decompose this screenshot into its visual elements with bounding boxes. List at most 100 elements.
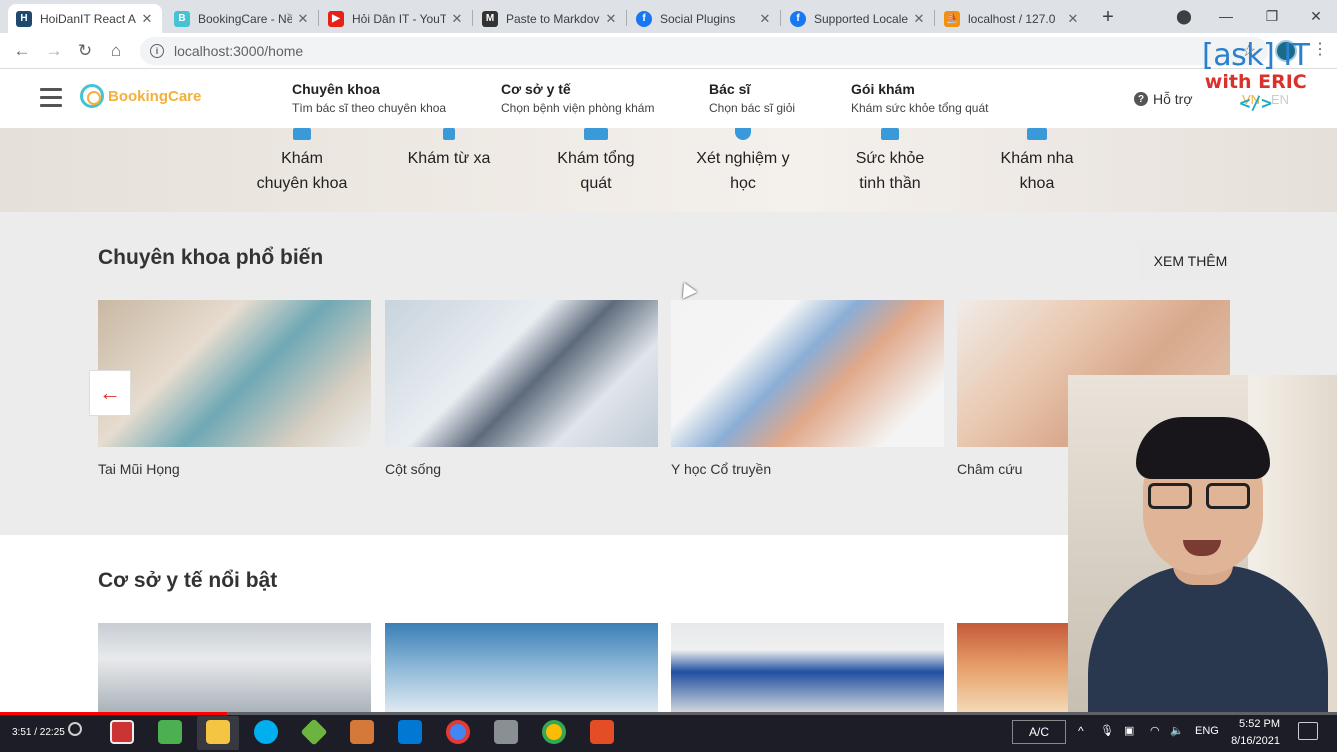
tab-paste-markdown[interactable]: M Paste to Markdov ✕ — [474, 4, 626, 33]
see-more-button[interactable]: XEM THÊM — [1139, 241, 1242, 281]
close-tab-icon[interactable]: ✕ — [1066, 11, 1080, 27]
nav-item-co-so-y-te[interactable]: Cơ sở y tế Chọn bệnh viện phòng khám — [501, 81, 654, 115]
specialty-image — [98, 300, 371, 447]
close-window-button[interactable]: ✕ — [1304, 4, 1328, 28]
service-options-strip: Khám chuyên khoa Khám từ xa Khám tổng qu… — [0, 128, 1337, 212]
microphone-icon[interactable]: 🎙 — [1100, 724, 1114, 737]
volume-icon[interactable]: 🔈 — [1170, 724, 1184, 737]
specialty-card[interactable]: Cột sống — [385, 300, 658, 477]
app-icon-camtasia[interactable] — [158, 720, 182, 744]
specialty-section-title: Chuyên khoa phổ biến — [98, 246, 324, 269]
close-tab-icon[interactable]: ✕ — [450, 11, 464, 27]
video-time: 3:51 / 22:25 — [12, 727, 65, 738]
watermark-line3: </> — [1239, 93, 1273, 114]
facility-card[interactable] — [385, 623, 658, 712]
service-suc-khoe-tinh-than[interactable]: Sức khỏe tinh thần — [830, 128, 950, 196]
site-logo[interactable]: BookingCare — [80, 84, 201, 108]
tab-hoidanit-react[interactable]: H HoiDanIT React A ✕ — [8, 4, 162, 33]
close-tab-icon[interactable]: ✕ — [296, 11, 310, 27]
service-xet-nghiem[interactable]: Xét nghiệm y học — [683, 128, 803, 196]
site-info-icon[interactable]: i — [150, 44, 164, 58]
video-progress-fill — [0, 712, 228, 715]
new-tab-button[interactable]: + — [1097, 6, 1119, 28]
facility-image — [385, 623, 658, 712]
nav-item-goi-kham[interactable]: Gói khám Khám sức khỏe tổng quát — [851, 81, 988, 115]
nav-item-subtitle: Tìm bác sĩ theo chuyên khoa — [292, 101, 447, 115]
wifi-icon[interactable]: ◠ — [1150, 724, 1160, 737]
tab-title: localhost / 127.0 — [968, 11, 1056, 26]
specialty-image — [385, 300, 658, 447]
video-progress-bar[interactable] — [0, 712, 1337, 715]
tab-title: Paste to Markdov — [506, 11, 600, 26]
service-label-line1: Khám — [281, 150, 323, 167]
tab-social-plugins[interactable]: f Social Plugins ✕ — [628, 4, 780, 33]
tray-app-icon[interactable]: ▣ — [1124, 724, 1134, 737]
service-kham-nha-khoa[interactable]: Khám nha khoa — [977, 128, 1097, 196]
back-arrow-icon[interactable]: ← — [10, 39, 34, 63]
browser-menu-icon[interactable]: ⋮ — [1310, 39, 1330, 63]
nav-item-chuyen-khoa[interactable]: Chuyên khoa Tìm bác sĩ theo chuyên khoa — [292, 81, 446, 115]
service-kham-tong-quat[interactable]: Khám tổng quát — [536, 128, 656, 196]
facility-card[interactable] — [671, 623, 944, 712]
maximize-button[interactable]: ❐ — [1260, 4, 1284, 28]
close-tab-icon[interactable]: ✕ — [912, 11, 926, 27]
app-icon-notepad[interactable] — [494, 720, 518, 744]
tab-title: Social Plugins — [660, 11, 736, 26]
flask-icon — [735, 128, 751, 140]
tab-supported-locales[interactable]: f Supported Locale ✕ — [782, 4, 934, 33]
nav-item-bac-si[interactable]: Bác sĩ Chọn bác sĩ giỏi — [709, 81, 795, 115]
hoidanit-favicon-icon: H — [16, 10, 32, 27]
service-label-line2: chuyên khoa — [256, 175, 348, 192]
chevron-up-icon[interactable]: ^ — [1078, 724, 1084, 738]
facility-image — [671, 623, 944, 712]
facility-card[interactable] — [98, 623, 371, 712]
address-bar[interactable]: i localhost:3000/home ☆ — [140, 37, 1268, 65]
hamburger-menu-icon[interactable] — [40, 88, 62, 108]
phone-icon — [443, 128, 455, 140]
xampp-icon[interactable] — [350, 720, 374, 744]
medical-kit-icon — [1027, 128, 1047, 140]
home-icon[interactable]: ⌂ — [104, 39, 128, 63]
tab-bookingcare[interactable]: B BookingCare - Nề ✕ — [166, 4, 318, 33]
close-tab-icon[interactable]: ✕ — [604, 11, 618, 27]
service-kham-tu-xa[interactable]: Khám từ xa — [389, 128, 509, 171]
tab-search-icon[interactable]: ⬤ — [1172, 4, 1196, 28]
close-tab-icon[interactable]: ✕ — [758, 11, 772, 27]
input-language[interactable]: ENG — [1195, 725, 1219, 737]
system-clock[interactable]: 5:52 PM 8/16/2021 — [1220, 716, 1280, 750]
markdown-favicon-icon: M — [482, 10, 498, 27]
minimize-button[interactable]: — — [1214, 4, 1238, 28]
browser-toolbar: ← → ↻ ⌂ i localhost:3000/home ☆ ⋮ — [0, 33, 1337, 69]
close-tab-icon[interactable]: ✕ — [140, 11, 154, 27]
service-kham-chuyen-khoa[interactable]: Khám chuyên khoa — [242, 128, 362, 196]
file-explorer-icon[interactable] — [206, 720, 230, 744]
ac-indicator[interactable]: A/C — [1012, 720, 1066, 744]
nav-item-subtitle: Chọn bác sĩ giỏi — [709, 101, 796, 115]
watermark-line1: [ask] IT — [1202, 38, 1310, 73]
skype-icon[interactable] — [254, 720, 278, 744]
help-icon: ? — [1134, 92, 1148, 106]
bed-icon — [584, 128, 608, 140]
forward-arrow-icon[interactable]: → — [42, 39, 66, 63]
vscode-icon[interactable] — [398, 720, 422, 744]
tab-phpmyadmin[interactable]: ⛵ localhost / 127.0 ✕ — [936, 4, 1088, 33]
specialty-card[interactable]: Tai Mũi Họng — [98, 300, 371, 477]
tab-separator — [626, 10, 627, 26]
facility-section-title: Cơ sở y tế nổi bật — [98, 569, 278, 592]
notification-center-icon[interactable] — [1298, 722, 1318, 740]
nav-item-title: Gói khám — [851, 81, 915, 97]
chrome-icon[interactable] — [542, 720, 566, 744]
specialty-card[interactable]: Y học Cổ truyền — [671, 300, 944, 477]
reload-icon[interactable]: ↻ — [73, 39, 97, 63]
chrome-icon[interactable] — [446, 720, 470, 744]
watermark-line2: with ERIC — [1204, 71, 1307, 93]
carousel-prev-button[interactable]: ← — [89, 370, 131, 416]
support-link[interactable]: ? Hỗ trợ — [1134, 91, 1193, 107]
app-icon-red[interactable] — [590, 720, 614, 744]
tab-separator — [318, 10, 319, 26]
search-icon[interactable] — [68, 722, 82, 736]
tab-youtube[interactable]: ▶ Hỏi Dân IT - YouT ✕ — [320, 4, 472, 33]
app-icon-tool[interactable] — [110, 720, 134, 744]
glasses-left-lens — [1148, 483, 1192, 509]
tab-separator — [472, 10, 473, 26]
